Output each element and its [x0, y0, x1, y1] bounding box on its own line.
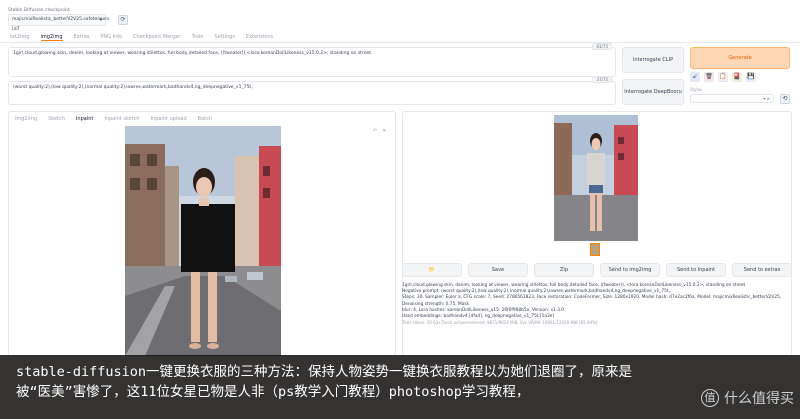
subtab-inpaint[interactable]: Inpaint: [76, 116, 93, 122]
generate-button[interactable]: Generate: [690, 47, 790, 69]
send-to-img2img-button[interactable]: Send to img2img: [600, 263, 660, 277]
caption-overlay: stable-diffusion一键更换衣服的三种方法：保持人物姿势一键换衣服教…: [0, 355, 800, 419]
tabs-divider: [0, 42, 800, 43]
interrogate-deepbooru-button[interactable]: Interrogate DeepBooru: [622, 79, 684, 105]
checkpoint-label: Stable Diffusion checkpoint: [8, 8, 70, 13]
positive-token-count: 61/75: [592, 43, 612, 50]
output-thumbnail[interactable]: [590, 243, 600, 256]
negative-token-count: 37/75: [592, 76, 612, 83]
folder-icon[interactable]: 📁: [402, 263, 462, 277]
info-params: Steps: 30, Sampler: Euler a, CFG scale: …: [402, 295, 782, 307]
subtab-inpaint-sketch[interactable]: Inpaint sketch: [104, 116, 139, 122]
positive-prompt-input[interactable]: 1girl,cloud,glowing skin, denim, looking…: [8, 47, 616, 77]
checkpoint-select[interactable]: majicmixRealistic_betterV2V25.safetensor…: [8, 14, 110, 32]
refresh-checkpoint-button[interactable]: ⟳: [118, 15, 128, 25]
trash-icon[interactable]: 🗑: [704, 72, 714, 82]
output-image[interactable]: [554, 115, 638, 241]
caption-line-1: stable-diffusion一键更换衣服的三种方法：保持人物姿势一键换衣服教…: [16, 364, 633, 380]
site-logo-icon: 值: [701, 389, 719, 407]
tab-checkpoint-merger[interactable]: Checkpoint Merger: [133, 34, 180, 41]
save-style-icon[interactable]: 💾: [746, 72, 756, 82]
refresh-icon: ⟳: [120, 16, 126, 23]
tab-extensions[interactable]: Extensions: [246, 34, 273, 41]
canvas-controls: ↶ ✕: [373, 128, 386, 134]
main-tabs: txt2img img2img Extras PNG Info Checkpoi…: [10, 34, 273, 41]
tab-settings[interactable]: Settings: [214, 34, 235, 41]
read-params-icon[interactable]: ↙: [690, 72, 700, 82]
tab-txt2img[interactable]: txt2img: [10, 34, 30, 41]
subtab-batch[interactable]: Batch: [198, 116, 212, 122]
subtab-inpaint-upload[interactable]: Inpaint upload: [151, 116, 187, 122]
send-to-inpaint-button[interactable]: Send to inpaint: [666, 263, 726, 277]
tab-extras[interactable]: Extras: [74, 34, 90, 41]
prompt-tools: ↙ 🗑 📋 🎴 💾: [690, 72, 756, 82]
negative-prompt-input[interactable]: (worst quality:2),(low quality:2),(norma…: [8, 81, 616, 105]
close-icon[interactable]: ✕: [382, 128, 386, 134]
interrogate-clip-button[interactable]: Interrogate CLIP: [622, 47, 684, 73]
time-taken: Time taken: 20.63s Torch active/reserved…: [402, 320, 598, 325]
styles-label: Styles: [690, 87, 703, 92]
site-name: 什么值得买: [724, 391, 794, 407]
input-panel: img2img Sketch Inpaint Inpaint sketch In…: [8, 111, 396, 357]
undo-icon[interactable]: ↶: [373, 128, 377, 134]
generation-info: 1girl,cloud,glowing skin, denim, looking…: [402, 283, 790, 320]
styles-select[interactable]: ▾ ✕: [690, 94, 774, 103]
positive-prompt-text: 1girl,cloud,glowing skin, denim, looking…: [13, 51, 372, 56]
checkpoint-value: majicmixRealistic_betterV2V25.safetensor…: [12, 17, 110, 32]
subtab-sketch[interactable]: Sketch: [48, 116, 65, 122]
caption-line-2: 被“医美”害惨了，这11位女星已物是人非（ps教学入门教程）photoshop学…: [16, 384, 530, 400]
tab-png-info[interactable]: PNG Info: [100, 34, 122, 41]
site-watermark: 值 什么值得买: [701, 388, 794, 408]
apply-styles-button[interactable]: ⟲: [780, 94, 790, 104]
extra-networks-icon[interactable]: 🎴: [732, 72, 742, 82]
output-actions: 📁 Save Zip Send to img2img Send to inpai…: [402, 263, 792, 277]
img2img-sub-tabs: img2img Sketch Inpaint Inpaint sketch In…: [15, 116, 212, 122]
tab-img2img[interactable]: img2img: [40, 34, 63, 41]
tab-train[interactable]: Train: [191, 34, 203, 41]
subtab-img2img[interactable]: img2img: [15, 116, 37, 122]
inpaint-canvas[interactable]: [125, 126, 281, 356]
apply-icon: ⟲: [782, 95, 788, 102]
save-button[interactable]: Save: [468, 263, 528, 277]
send-to-extras-button[interactable]: Send to extras: [732, 263, 792, 277]
negative-prompt-text: (worst quality:2),(low quality:2),(norma…: [13, 85, 253, 90]
chevron-down-icon: ▾: [99, 17, 102, 23]
inpaint-photo: [125, 126, 281, 356]
clipboard-icon[interactable]: 📋: [718, 72, 728, 82]
zip-button[interactable]: Zip: [534, 263, 594, 277]
